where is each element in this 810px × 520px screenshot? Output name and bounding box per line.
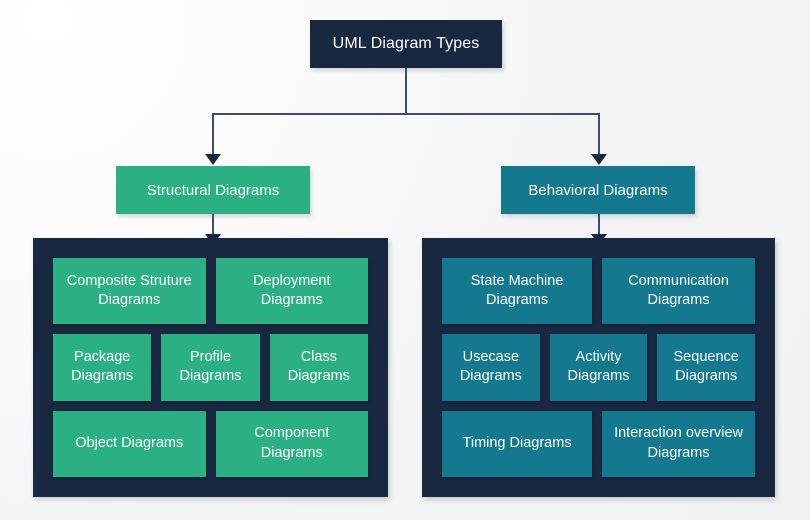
- connector-to-behavioral: [598, 113, 600, 156]
- leaf-activity-diagrams[interactable]: Activity Diagrams: [549, 334, 648, 401]
- leaf-communication-diagrams[interactable]: Communication Diagrams: [602, 258, 755, 325]
- category-behavioral-diagrams[interactable]: Behavioral Diagrams: [501, 166, 695, 214]
- behavioral-diagrams-panel: State Machine Diagrams Communication Dia…: [422, 238, 775, 497]
- structural-diagrams-panel: Composite Struture Diagrams Deployment D…: [33, 238, 388, 497]
- behavioral-row-2: Usecase Diagrams Activity Diagrams Seque…: [442, 334, 756, 401]
- leaf-object-diagrams[interactable]: Object Diagrams: [53, 410, 206, 477]
- leaf-package-diagrams[interactable]: Package Diagrams: [53, 334, 152, 401]
- connector-to-structural: [212, 113, 214, 156]
- leaf-class-diagrams[interactable]: Class Diagrams: [269, 334, 368, 401]
- leaf-component-diagrams[interactable]: Component Diagrams: [215, 410, 368, 477]
- structural-row-3: Object Diagrams Component Diagrams: [53, 410, 368, 477]
- leaf-state-machine-diagrams[interactable]: State Machine Diagrams: [442, 258, 593, 325]
- arrowhead-to-behavioral: [591, 154, 607, 165]
- behavioral-row-1: State Machine Diagrams Communication Dia…: [442, 258, 755, 325]
- structural-row-2: Package Diagrams Profile Diagrams Class …: [53, 334, 368, 401]
- root-node-uml-diagram-types[interactable]: UML Diagram Types: [310, 20, 502, 68]
- connector-horizontal-bus: [212, 113, 600, 115]
- structural-row-1: Composite Struture Diagrams Deployment D…: [53, 258, 368, 325]
- leaf-timing-diagrams[interactable]: Timing Diagrams: [442, 410, 593, 477]
- leaf-profile-diagrams[interactable]: Profile Diagrams: [161, 334, 260, 401]
- leaf-usecase-diagrams[interactable]: Usecase Diagrams: [442, 334, 540, 401]
- leaf-composite-structure-diagrams[interactable]: Composite Struture Diagrams: [53, 258, 206, 325]
- root-node-label: UML Diagram Types: [332, 35, 480, 52]
- leaf-deployment-diagrams[interactable]: Deployment Diagrams: [215, 258, 368, 325]
- uml-diagram-canvas: UML Diagram Types Structural Diagrams Be…: [0, 0, 810, 520]
- category-structural-diagrams[interactable]: Structural Diagrams: [116, 166, 310, 214]
- leaf-interaction-overview-diagrams[interactable]: Interaction overview Diagrams: [602, 410, 755, 477]
- category-structural-label: Structural Diagrams: [146, 181, 280, 199]
- category-behavioral-label: Behavioral Diagrams: [528, 181, 668, 199]
- arrowhead-to-structural: [205, 154, 221, 165]
- leaf-sequence-diagrams[interactable]: Sequence Diagrams: [657, 334, 756, 401]
- behavioral-row-3: Timing Diagrams Interaction overview Dia…: [442, 410, 755, 477]
- connector-root-trunk: [405, 68, 407, 114]
